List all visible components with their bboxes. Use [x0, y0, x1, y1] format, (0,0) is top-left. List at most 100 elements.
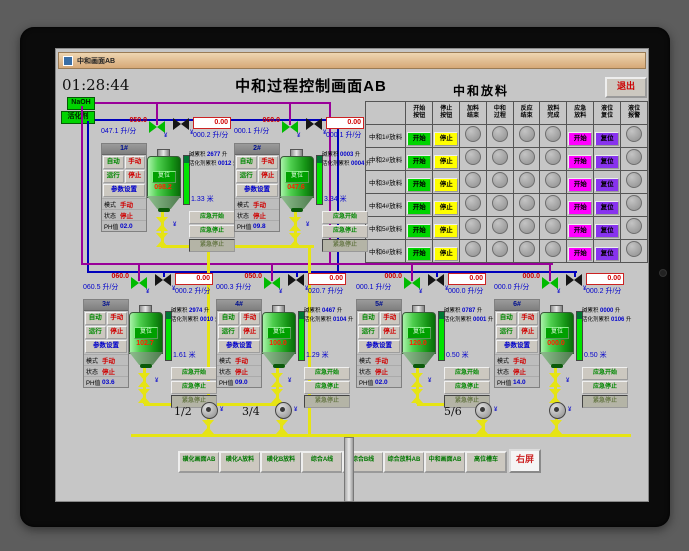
emergency-discharge-button[interactable]: 开始: [568, 131, 593, 146]
stop-button[interactable]: 停止: [434, 200, 459, 215]
start-button[interactable]: 开始: [407, 246, 432, 261]
estop-button[interactable]: 紧急停止: [582, 395, 628, 408]
state-row: 状态 停止: [235, 209, 279, 220]
stop-button[interactable]: 停止: [106, 326, 127, 339]
level-reset-button[interactable]: 复位: [595, 246, 620, 261]
start-button[interactable]: 开始: [407, 200, 432, 215]
emergency-discharge-button[interactable]: 开始: [568, 154, 593, 169]
manual-button[interactable]: 手动: [239, 312, 260, 325]
start-button[interactable]: 开始: [407, 154, 432, 169]
reaction-done-indicator: [518, 194, 535, 211]
estop-button[interactable]: 紧急停止: [189, 239, 235, 252]
stop-button[interactable]: 停止: [434, 223, 459, 238]
manual-button[interactable]: 手动: [379, 312, 400, 325]
level-reset-button[interactable]: 复位: [595, 131, 620, 146]
tank-reset-button[interactable]: 复位: [407, 327, 431, 339]
stop-button[interactable]: 停止: [257, 170, 278, 183]
stop-button[interactable]: 停止: [124, 170, 145, 183]
level-reset-button[interactable]: 复位: [595, 177, 620, 192]
start-button[interactable]: 开始: [407, 177, 432, 192]
level-alarm-indicator: [626, 148, 643, 165]
manual-button[interactable]: 手动: [517, 312, 538, 325]
stop-button[interactable]: 停止: [517, 326, 538, 339]
level-reset-button[interactable]: 复位: [595, 223, 620, 238]
nav-button-5[interactable]: 综合放料AB: [383, 451, 425, 473]
run-button[interactable]: 运行: [496, 326, 517, 339]
level-alarm-indicator: [626, 171, 643, 188]
table-cell: [539, 147, 568, 171]
run-button[interactable]: 运行: [85, 326, 106, 339]
run-button[interactable]: 运行: [236, 170, 257, 183]
start-button[interactable]: 开始: [407, 223, 432, 238]
emergency-start-button[interactable]: 应急开始: [171, 367, 217, 380]
reaction-done-indicator: [518, 217, 535, 234]
tank-reset-button[interactable]: 复位: [285, 171, 309, 183]
nav-button-3[interactable]: 综合A线: [301, 451, 343, 473]
manual-button[interactable]: 手动: [124, 156, 145, 169]
run-button[interactable]: 运行: [103, 170, 124, 183]
params-button[interactable]: 参数设置: [103, 184, 145, 197]
nav-button-0[interactable]: 磺化画面AB: [178, 451, 220, 473]
stop-button[interactable]: 停止: [434, 246, 459, 261]
emergency-stop-button[interactable]: 应急停止: [171, 381, 217, 394]
emergency-start-button[interactable]: 应急开始: [444, 367, 490, 380]
params-button[interactable]: 参数设置: [218, 340, 260, 353]
stop-button[interactable]: 停止: [379, 326, 400, 339]
level-reset-button[interactable]: 复位: [595, 154, 620, 169]
estop-button[interactable]: 紧急停止: [304, 395, 350, 408]
nav-button-2[interactable]: 磺化B放料: [260, 451, 302, 473]
tank-reset-button[interactable]: 复位: [152, 171, 176, 183]
manual-button[interactable]: 手动: [257, 156, 278, 169]
auto-button[interactable]: 自动: [236, 156, 257, 169]
right-screen-button[interactable]: 右屏: [509, 449, 541, 473]
nav-button-7[interactable]: 高位槽车: [465, 451, 507, 473]
info-value: 02.0: [375, 378, 388, 386]
emergency-stop-button[interactable]: 应急停止: [582, 381, 628, 394]
outlet-valve-icon: [549, 389, 562, 403]
emergency-stop-button[interactable]: 应急停止: [444, 381, 490, 394]
emergency-stop-button[interactable]: 应急停止: [322, 225, 368, 238]
auto-button[interactable]: 自动: [358, 312, 379, 325]
emergency-start-button[interactable]: 应急开始: [304, 367, 350, 380]
params-button[interactable]: 参数设置: [496, 340, 538, 353]
emergency-discharge-button[interactable]: 开始: [568, 223, 593, 238]
emergency-stop-button[interactable]: 应急停止: [189, 225, 235, 238]
screen: 中和画面AB 01:28:44 中和过程控制画面AB 中和放料 退出 NaOH …: [55, 48, 649, 502]
tank-reset-button[interactable]: 复位: [545, 327, 569, 339]
nav-button-6[interactable]: 中和画面AB: [424, 451, 466, 473]
tank-reset-button[interactable]: 复位: [267, 327, 291, 339]
vessel-outlet: [413, 364, 425, 368]
discharge-done-indicator: [545, 148, 562, 165]
start-button[interactable]: 开始: [407, 131, 432, 146]
emergency-start-button[interactable]: 应急开始: [322, 211, 368, 224]
auto-button[interactable]: 自动: [103, 156, 124, 169]
params-button[interactable]: 参数设置: [85, 340, 127, 353]
auto-button[interactable]: 自动: [218, 312, 239, 325]
emergency-start-button[interactable]: 应急开始: [582, 367, 628, 380]
emergency-stop-button[interactable]: 应急停止: [304, 381, 350, 394]
emergency-start-button[interactable]: 应急开始: [189, 211, 235, 224]
run-button[interactable]: 运行: [358, 326, 379, 339]
flow-setpoint: 000.0: [522, 273, 540, 280]
valve-tag: ¥: [566, 378, 570, 384]
emergency-discharge-button[interactable]: 开始: [568, 246, 593, 261]
alkali-total: 碱累积 0467 升: [304, 308, 343, 314]
stop-button[interactable]: 停止: [434, 154, 459, 169]
run-button[interactable]: 运行: [218, 326, 239, 339]
params-button[interactable]: 参数设置: [358, 340, 400, 353]
stop-button[interactable]: 停止: [434, 177, 459, 192]
auto-button[interactable]: 自动: [496, 312, 517, 325]
stop-button[interactable]: 停止: [434, 131, 459, 146]
exit-button[interactable]: 退出: [605, 77, 647, 98]
stop-button[interactable]: 停止: [239, 326, 260, 339]
emergency-discharge-button[interactable]: 开始: [568, 177, 593, 192]
level-reset-button[interactable]: 复位: [595, 200, 620, 215]
estop-button[interactable]: 紧急停止: [322, 239, 368, 252]
auto-button[interactable]: 自动: [85, 312, 106, 325]
nav-button-1[interactable]: 磺化A放料: [219, 451, 261, 473]
emergency-discharge-button[interactable]: 开始: [568, 200, 593, 215]
params-button[interactable]: 参数设置: [236, 184, 278, 197]
manual-button[interactable]: 手动: [106, 312, 127, 325]
tank-reset-button[interactable]: 复位: [134, 327, 158, 339]
activator-total: 活化剂累积 0106 升: [582, 317, 632, 323]
